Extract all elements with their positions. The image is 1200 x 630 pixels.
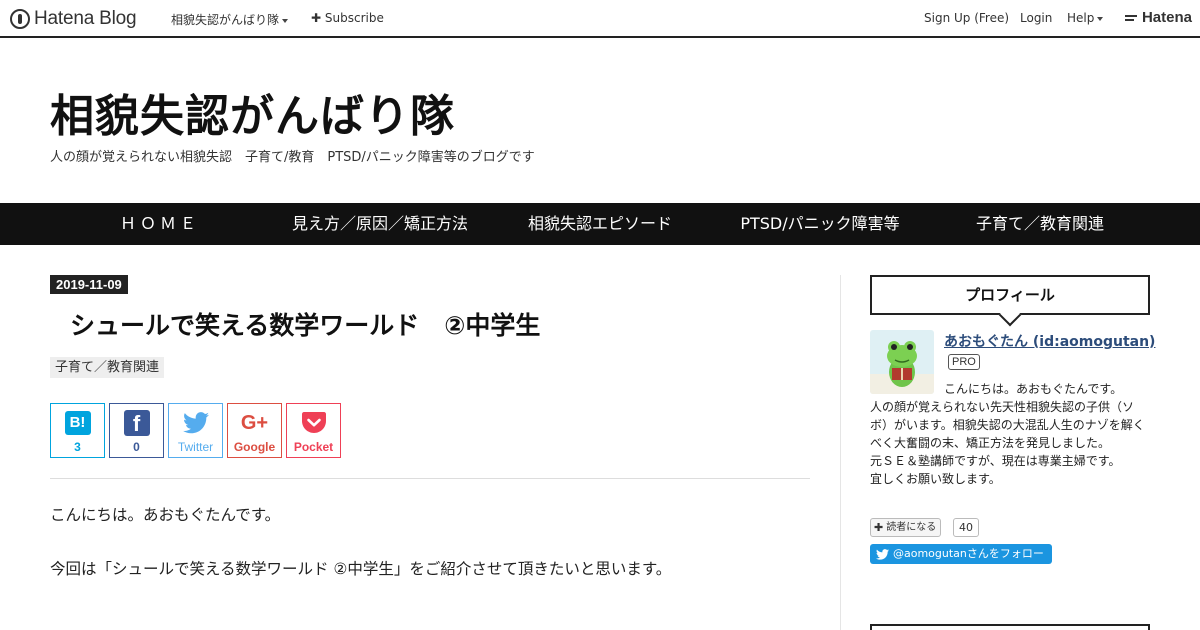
google-plus-icon: G+ [240,411,269,434]
pro-badge: PRO [948,354,980,370]
share-google-button[interactable]: G+ Google [227,403,282,458]
share-facebook-button[interactable]: f 0 [109,403,164,458]
hatena-bookmark-icon: B! [64,411,91,435]
hatena-blog-logo[interactable]: Hatena Blog [10,8,137,30]
entry-title[interactable]: シュールで笑える数学ワールド ②中学生 [70,306,540,342]
entry-date[interactable]: 2019-11-09 [50,275,128,294]
plus-icon: ✚ [311,11,322,25]
twitter-follow-label: @aomogutanさんをフォロー [893,547,1044,560]
nav-item-parenting[interactable]: 子育て／教育関連 [940,203,1140,245]
profile-line: こんにちは。あおもぐたんです。 [944,382,1123,396]
hatena-logo[interactable]: Hatena [1124,9,1192,26]
hatena-blog-logo-icon [10,9,30,29]
subscribe-button[interactable]: ✚ Subscribe [311,11,384,25]
nav-item-episodes[interactable]: 相貌失認エピソード [500,203,700,245]
blog-menu-dropdown[interactable]: 相貌失認がんばり隊 [171,11,289,28]
column-separator [840,275,841,630]
signup-link[interactable]: Sign Up (Free) [924,11,1009,25]
hatena-blog-logo-text: Hatena Blog [34,8,137,29]
twitter-label: Twitter [177,440,214,454]
nav-item-home[interactable]: ＨＯＭＥ [100,203,220,245]
nav-item-ptsd[interactable]: PTSD/パニック障害等 [720,203,920,245]
next-sidebar-module [870,624,1150,630]
facebook-count: 0 [133,440,140,454]
subscribe-reader-button[interactable]: ✚ 読者になる [870,518,942,537]
plus-icon: ✚ [874,521,884,534]
pocket-icon [301,412,326,433]
entry-paragraph: こんにちは。あおもぐたんです。 [50,506,281,524]
entry-paragraph: 今回は「シュールで笑える数学ワールド ②中学生」をご紹介させて頂きたいと思います… [50,560,672,578]
profile-name-link[interactable]: あおもぐたん (id:aomogutan) [944,331,1155,351]
profile-heading-label: プロフィール [965,286,1055,304]
help-label: Help [1067,11,1095,25]
entry-divider [50,478,810,479]
hatena-topbar: Hatena Blog 相貌失認がんばり隊 ✚ Subscribe Sign U… [0,0,1200,38]
chevron-down-icon [282,18,289,23]
hatena-logo-text: Hatena [1141,9,1192,26]
profile-description: こんにちは。あおもぐたんです。 人の顔が覚えられない先天性相貌失認の子供（ソボ）… [870,380,1150,488]
subscribe-label: Subscribe [324,11,384,25]
chevron-down-icon [1097,16,1104,21]
reader-button-label: 読者になる [886,522,937,533]
pocket-label: Pocket [293,440,334,454]
hatena-bookmark-count: 3 [74,440,81,454]
twitter-bird-icon [182,412,209,434]
share-hatena-bookmark-button[interactable]: B! 3 [50,403,105,458]
blog-title[interactable]: 相貌失認がんばり隊 [50,80,455,144]
hatena-logo-icon [1124,13,1139,23]
reader-count: 40 [953,518,979,537]
twitter-bird-icon [876,548,889,560]
share-twitter-button[interactable]: Twitter [168,403,223,458]
profile-line: 人の顔が覚えられない先天性相貌失認の子供（ソボ）がいます。相貌失認の大混乱人生の… [870,400,1145,450]
profile-line: 元ＳＥ＆塾講師ですが、現在は専業主婦です。 [870,454,1121,468]
google-label: Google [233,440,276,454]
twitter-follow-button[interactable]: @aomogutanさんをフォロー [870,544,1052,564]
blog-menu-label: 相貌失認がんばり隊 [171,13,280,27]
help-dropdown[interactable]: Help [1067,11,1104,25]
login-link[interactable]: Login [1020,11,1052,25]
global-nav: ＨＯＭＥ 見え方／原因／矯正方法 相貌失認エピソード PTSD/パニック障害等 … [0,203,1200,245]
profile-heading: プロフィール [870,275,1150,327]
share-pocket-button[interactable]: Pocket [286,403,341,458]
nav-item-appearance[interactable]: 見え方／原因／矯正方法 [270,203,490,245]
entry-category[interactable]: 子育て／教育関連 [50,357,165,378]
facebook-icon: f [123,410,150,436]
heading-arrow [998,303,1022,327]
profile-line: 宜しくお願い致します。 [870,472,1001,486]
blog-description: 人の顔が覚えられない相貌失認 子育て/教育 PTSD/パニック障害等のブログです [50,150,535,165]
